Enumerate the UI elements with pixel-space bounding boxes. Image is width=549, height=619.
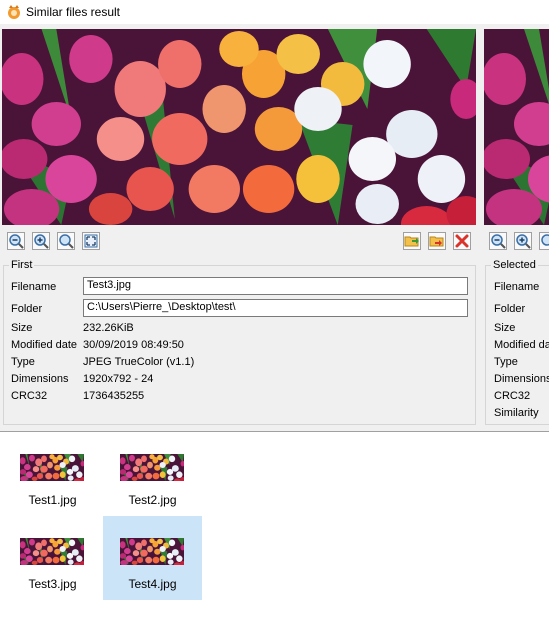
size-label: Size (11, 322, 33, 334)
zoom-out-icon (8, 233, 24, 249)
selected-size-label: Size (494, 322, 516, 334)
type-value: JPEG TrueColor (v1.1) (83, 356, 195, 368)
delete-icon (454, 233, 470, 249)
app-logo-icon (6, 4, 22, 20)
similar-files-list[interactable]: Test1.jpg Test2.jpg Test3.jpg Test4.jpg (0, 431, 549, 619)
selected-group-label: Selected (491, 259, 538, 271)
file-name: Test1.jpg (28, 493, 77, 507)
zoom-in-icon (515, 233, 531, 249)
file-name: Test4.jpg (128, 577, 177, 591)
move-button[interactable] (428, 232, 446, 250)
move-icon (429, 233, 445, 249)
list-item[interactable]: Test2.jpg (103, 432, 202, 516)
modified-value: 30/09/2019 08:49:50 (83, 339, 184, 351)
list-item[interactable]: Test1.jpg (3, 432, 102, 516)
zoom-in-icon (33, 233, 49, 249)
first-group-label: First (9, 259, 35, 271)
zoom-fit-icon (540, 233, 549, 249)
selected-zoom-fit-button[interactable] (539, 232, 549, 250)
thumbnail-image (120, 454, 184, 481)
dimensions-value: 1920x792 - 24 (83, 373, 154, 385)
list-item-selected[interactable]: Test4.jpg (103, 516, 202, 600)
zoom-out-icon (490, 233, 506, 249)
filename-label: Filename (11, 281, 57, 293)
type-label: Type (11, 356, 35, 368)
full-size-button[interactable] (82, 232, 100, 250)
crc32-label: CRC32 (11, 390, 48, 402)
zoom-fit-icon (58, 233, 74, 249)
zoom-in-button[interactable] (32, 232, 50, 250)
selected-image-preview[interactable] (484, 29, 549, 225)
selected-crc32-label: CRC32 (494, 390, 531, 402)
selected-zoom-out-button[interactable] (489, 232, 507, 250)
file-name: Test2.jpg (128, 493, 177, 507)
zoom-out-button[interactable] (7, 232, 25, 250)
title-bar: Similar files result (0, 0, 549, 24)
file-name: Test3.jpg (28, 577, 77, 591)
thumbnail-image (20, 538, 84, 565)
selected-dimensions-label: Dimensions (494, 373, 549, 385)
modified-label: Modified date (11, 339, 78, 351)
selected-similarity-label: Similarity (494, 407, 539, 419)
crc32-value: 1736435255 (83, 390, 145, 402)
selected-modified-label: Modified da (494, 339, 549, 351)
list-item[interactable]: Test3.jpg (3, 516, 102, 600)
selected-type-label: Type (494, 356, 518, 368)
open-folder-icon (404, 233, 420, 249)
thumbnail-image (20, 454, 84, 481)
zoom-fit-button[interactable] (57, 232, 75, 250)
selected-folder-label: Folder (494, 303, 526, 315)
folder-field[interactable]: C:\Users\Pierre_\Desktop\test\ (83, 299, 468, 317)
selected-filename-label: Filename (494, 281, 540, 293)
thumbnail-image (120, 538, 184, 565)
folder-label: Folder (11, 303, 43, 315)
selected-zoom-in-button[interactable] (514, 232, 532, 250)
open-folder-button[interactable] (403, 232, 421, 250)
delete-button[interactable] (453, 232, 471, 250)
full-size-icon (83, 233, 99, 249)
window-title: Similar files result (26, 5, 121, 19)
size-value: 232.26KiB (83, 322, 134, 334)
first-image-preview[interactable] (2, 29, 476, 225)
dimensions-label: Dimensions (11, 373, 69, 385)
filename-field[interactable]: Test3.jpg (83, 277, 468, 295)
